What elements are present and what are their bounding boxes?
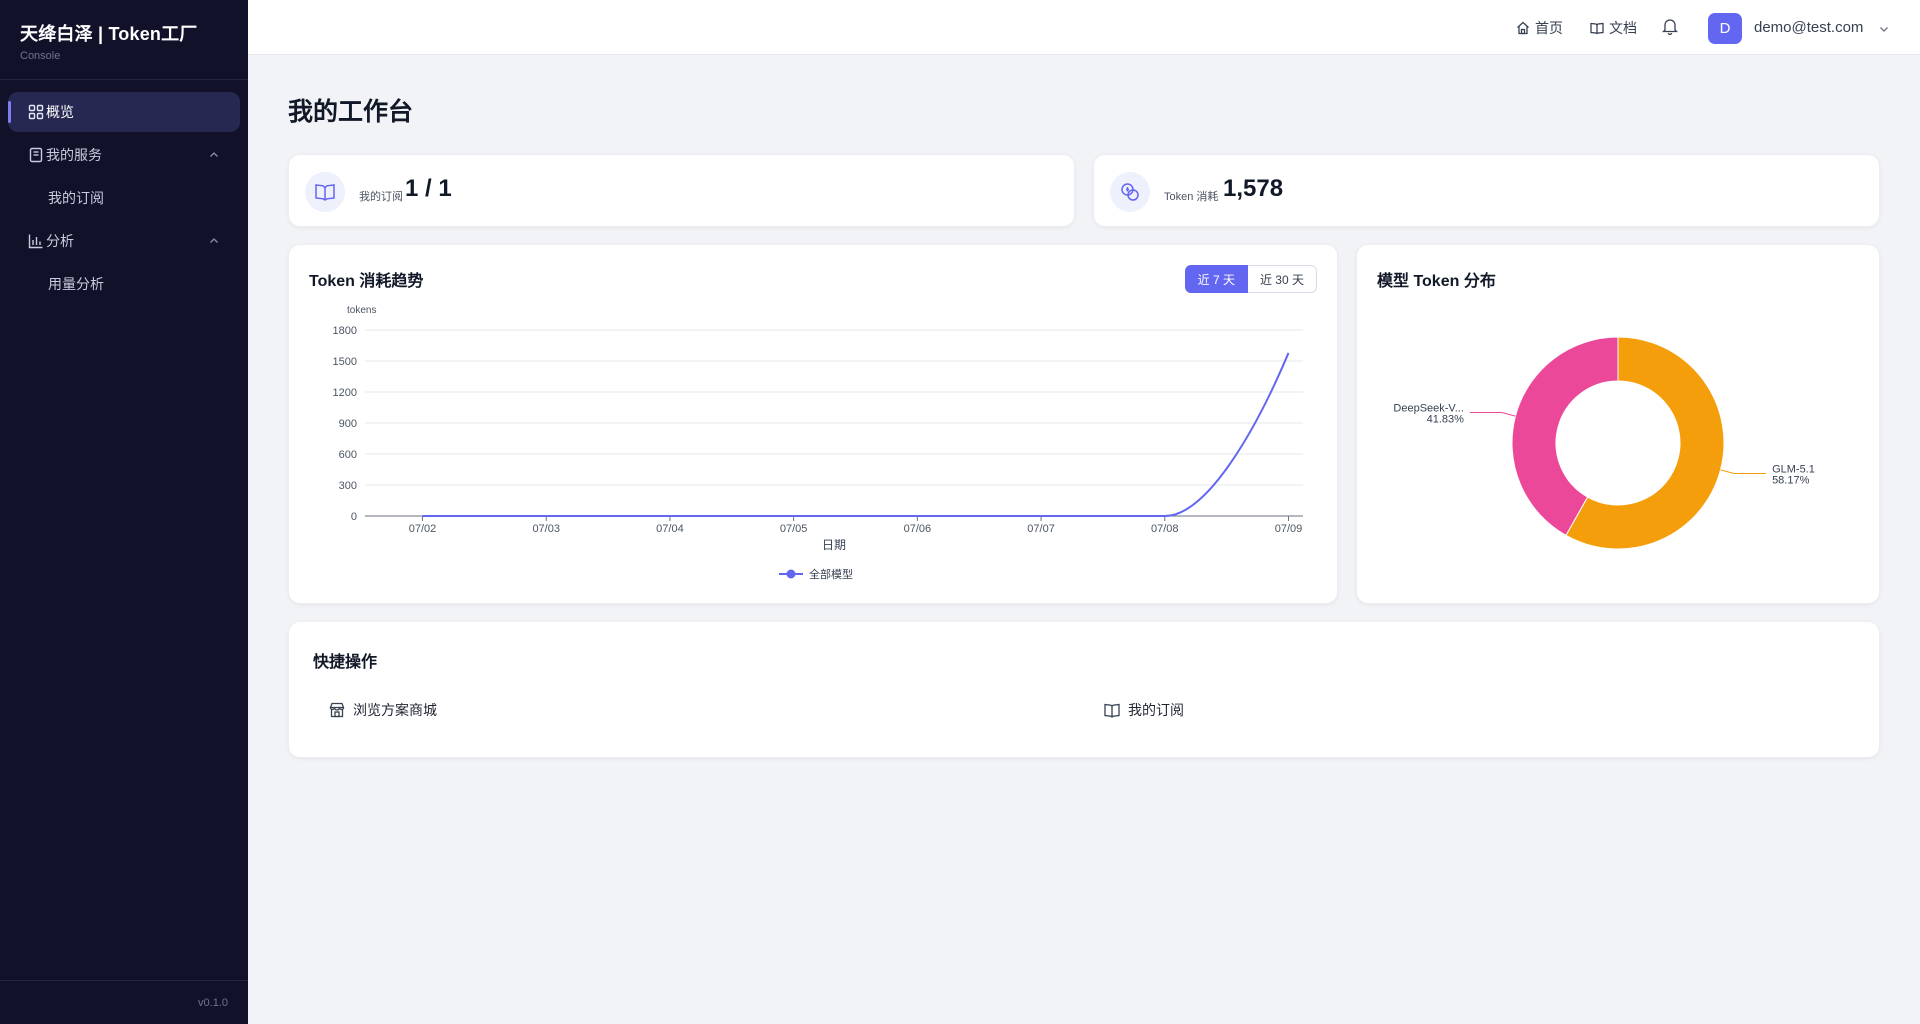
x-tick-label: 07/04 [656, 523, 684, 535]
legend-label: 全部模型 [809, 567, 853, 581]
store-icon [329, 702, 345, 718]
pie-leader-line [1469, 412, 1516, 417]
sidebar-nav: 概览 我的服务 我的订阅 分析 用量分析 [0, 80, 248, 319]
y-axis-label: tokens [347, 305, 376, 316]
sidebar-item-overview[interactable]: 概览 [8, 92, 240, 132]
distribution-card: 模型 Token 分布 GLM-5.1 58.17% DeepSeek-V... 41… [1356, 244, 1880, 604]
chevron-up-icon [208, 149, 220, 161]
notification-button[interactable] [1661, 18, 1679, 40]
sidebar-item-label: 我的服务 [46, 147, 102, 163]
coins-icon [1110, 172, 1150, 212]
stat-card-token-usage: Token 消耗 1,578 [1093, 154, 1880, 227]
stat-label: Token 消耗 [1164, 191, 1219, 203]
sidebar-item-my-services[interactable]: 我的服务 [8, 135, 240, 175]
quick-actions-title: 快捷操作 [313, 654, 378, 671]
x-tick-label: 07/03 [532, 523, 560, 535]
y-tick-label: 1800 [333, 325, 357, 337]
sidebar-item-analytics[interactable]: 分析 [8, 221, 240, 261]
trend-chart: 0 300 600 900 1200 1500 1800 tokens 07/02 07/03 07… [333, 305, 1303, 581]
brand-subtitle: Console [20, 50, 61, 62]
bell-icon [1661, 19, 1679, 35]
docs-link[interactable]: 文档 [1590, 18, 1637, 38]
my-subscriptions-button[interactable]: 我的订阅 [1104, 700, 1184, 720]
brand-title: 天绛白泽 | Token工厂 [20, 24, 198, 44]
stat-card-subscriptions: 我的订阅 1 / 1 [288, 154, 1075, 227]
stat-label: 我的订阅 [359, 191, 403, 203]
home-icon [1517, 21, 1529, 35]
series-line [422, 352, 1290, 517]
chevron-up-icon [208, 235, 220, 247]
trend-card: Token 消耗趋势 近 7 天 近 30 天 0 300 600 900 1200 15… [288, 244, 1338, 604]
dashboard-icon [28, 104, 44, 120]
home-label: 首页 [1535, 20, 1563, 36]
pie-leader-line [1720, 469, 1767, 474]
stat-value: 1,578 [1223, 175, 1284, 202]
x-tick-label: 07/08 [1151, 523, 1179, 535]
user-email[interactable]: demo@test.com [1754, 19, 1863, 36]
pie-percent-label: 58.17% [1772, 474, 1810, 486]
topbar: 首页 文档 D demo@test.com [248, 0, 1920, 55]
home-link[interactable]: 首页 [1516, 18, 1563, 38]
avatar[interactable]: D [1708, 13, 1742, 44]
x-axis-label: 日期 [822, 538, 846, 552]
y-tick-label: 600 [339, 449, 357, 461]
bar-chart-icon [28, 233, 44, 249]
distribution-chart: GLM-5.158.17%DeepSeek-V...41.83% [1393, 336, 1815, 550]
sidebar-item-label: 分析 [46, 233, 74, 249]
chevron-down-icon[interactable] [1878, 22, 1890, 40]
y-tick-label: 1500 [333, 356, 357, 368]
version-text: v0.1.0 [198, 996, 228, 1009]
version-label: v0.1.0 [0, 980, 248, 1024]
book-open-icon [1590, 22, 1604, 35]
docs-label: 文档 [1609, 20, 1637, 36]
quick-actions-card: 快捷操作 浏览方案商城 我的订阅 [288, 621, 1880, 758]
x-tick-label: 07/09 [1275, 523, 1303, 535]
x-tick-label: 07/06 [904, 523, 932, 535]
y-tick-label: 300 [339, 480, 357, 492]
legend-marker [786, 569, 796, 579]
x-tick-label: 07/05 [780, 523, 808, 535]
x-tick-label: 07/02 [409, 523, 437, 535]
brand: 天绛白泽 | Token工厂 Console [0, 0, 248, 80]
book-open-icon [1104, 703, 1120, 718]
x-tick-label: 07/07 [1027, 523, 1055, 535]
sidebar-item-label: 概览 [46, 104, 74, 120]
page-title: 我的工作台 [288, 98, 414, 126]
pie-percent-label: 41.83% [1427, 414, 1465, 426]
book-open-icon [305, 172, 345, 212]
y-tick-label: 0 [351, 511, 357, 523]
y-tick-label: 900 [339, 418, 357, 430]
quick-action-label: 浏览方案商城 [353, 702, 437, 718]
browse-plans-button[interactable]: 浏览方案商城 [329, 700, 437, 720]
sidebar: 天绛白泽 | Token工厂 Console 概览 我的服务 我的订阅 分析 用… [0, 0, 248, 1024]
y-tick-label: 1200 [333, 387, 357, 399]
book-icon [28, 147, 44, 163]
sidebar-item-my-subscriptions[interactable]: 我的订阅 [8, 178, 240, 218]
stat-value: 1 / 1 [405, 175, 452, 202]
sidebar-item-usage-analysis[interactable]: 用量分析 [8, 264, 240, 304]
quick-action-label: 我的订阅 [1128, 702, 1184, 718]
